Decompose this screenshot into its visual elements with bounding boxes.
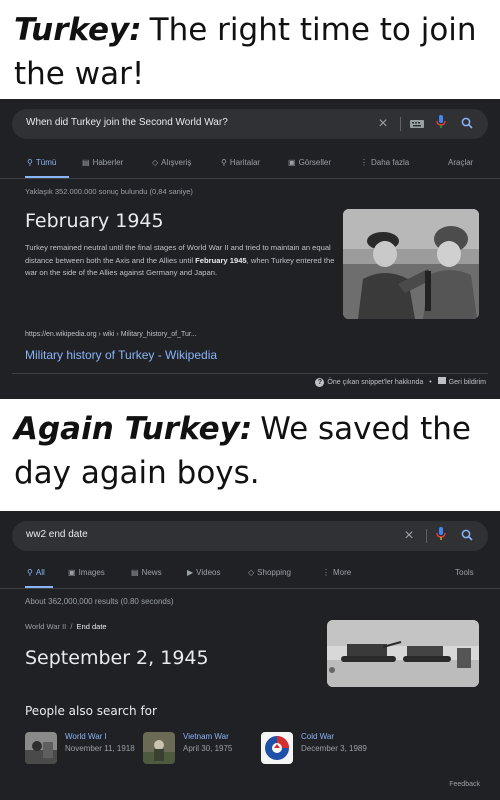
- search-input[interactable]: ww2 end date: [26, 529, 88, 540]
- caption-speaker: Again Turkey:: [14, 411, 253, 447]
- source-url: https://en.wikipedia.org › wiki › Milita…: [25, 331, 197, 338]
- meme-caption-top: Turkey: The right time to join the war!: [14, 8, 494, 96]
- breadcrumb: World War II / End date: [25, 622, 107, 631]
- search-bar[interactable]: When did Turkey join the Second World Wa…: [12, 109, 488, 139]
- related-thumbnail: [25, 732, 57, 764]
- featured-snippet-text: Turkey remained neutral until the final …: [25, 243, 335, 277]
- tools-button[interactable]: Araçlar: [448, 158, 473, 167]
- result-stats: About 362,000,000 results (0.80 seconds): [25, 597, 174, 606]
- search-bar-divider: [400, 117, 401, 131]
- tag-icon: ◇: [152, 158, 159, 167]
- tab-shopping[interactable]: ◇ Alışveriş: [152, 158, 191, 167]
- tab-news[interactable]: ▤ News: [131, 568, 162, 577]
- footer-separator: •: [429, 379, 432, 386]
- related-search-item[interactable]: Cold War December 3, 1989: [261, 732, 376, 772]
- search-results-panel-turkey: When did Turkey join the Second World Wa…: [0, 99, 500, 399]
- breadcrumb-parent[interactable]: World War II: [25, 622, 66, 631]
- related-title[interactable]: Cold War: [301, 732, 334, 741]
- breadcrumb-current: End date: [76, 622, 107, 631]
- search-icon[interactable]: [458, 115, 476, 133]
- tab-all[interactable]: ⚲ Tümü: [27, 158, 56, 167]
- tab-all[interactable]: ⚲ All: [27, 568, 45, 577]
- tab-shopping[interactable]: ◇ Shopping: [248, 568, 291, 577]
- search-tabs: ⚲ All ▣ Images ▤ News ▶ Videos ◇ Shopping ⋮ Mo…: [0, 568, 500, 588]
- microphone-icon[interactable]: [432, 527, 450, 545]
- result-stats: Yaklaşık 352.000.000 sonuç bulundu (0,84…: [25, 187, 193, 196]
- tab-maps[interactable]: ⚲ Haritalar: [221, 158, 260, 167]
- tabs-divider: [0, 588, 500, 589]
- search-bar-divider: [426, 529, 427, 543]
- about-snippets-link[interactable]: Öne çıkan snippet'ler hakkında: [327, 379, 423, 386]
- feedback-link[interactable]: Feedback: [449, 781, 480, 788]
- snippet-footer: ? Öne çıkan snippet'ler hakkında • Geri b…: [315, 377, 486, 387]
- featured-snippet-photo[interactable]: [343, 209, 479, 319]
- featured-answer-photo[interactable]: [327, 620, 479, 687]
- related-date: April 30, 1975: [183, 744, 233, 753]
- caption-speaker: Turkey:: [14, 12, 142, 48]
- related-search-item[interactable]: Vietnam War April 30, 1975: [143, 732, 258, 772]
- search-icon: ⚲: [27, 158, 33, 167]
- related-title[interactable]: World War I: [65, 732, 107, 741]
- tab-more[interactable]: ⋮ More: [322, 568, 351, 577]
- related-title[interactable]: Vietnam War: [183, 732, 229, 741]
- people-also-search-heading: People also search for: [25, 704, 157, 718]
- feedback-icon: [437, 377, 446, 384]
- related-date: November 11, 1918: [65, 744, 135, 753]
- image-icon: ▣: [68, 568, 76, 577]
- related-date: December 3, 1989: [301, 744, 367, 753]
- tools-button[interactable]: Tools: [455, 568, 474, 577]
- tag-icon: ◇: [248, 568, 255, 577]
- search-tabs: ⚲ Tümü ▤ Haberler ◇ Alışveriş ⚲ Haritalar ▣ G…: [0, 158, 500, 178]
- meme-caption-bottom: Again Turkey: We saved the day again boys…: [14, 407, 494, 495]
- tab-images[interactable]: ▣ Images: [68, 568, 105, 577]
- clear-icon[interactable]: ×: [374, 115, 392, 133]
- related-search-item[interactable]: World War I November 11, 1918: [25, 732, 140, 772]
- tab-news[interactable]: ▤ Haberler: [82, 158, 123, 167]
- keyboard-icon[interactable]: [408, 115, 426, 133]
- tab-images[interactable]: ▣ Görseller: [288, 158, 331, 167]
- feedback-link[interactable]: Geri bildirim: [449, 379, 486, 386]
- more-vert-icon: ⋮: [360, 158, 368, 167]
- featured-answer: September 2, 1945: [25, 647, 209, 669]
- news-icon: ▤: [82, 158, 90, 167]
- featured-answer: February 1945: [25, 210, 164, 232]
- news-icon: ▤: [131, 568, 139, 577]
- related-thumbnail: [143, 732, 175, 764]
- source-title-link[interactable]: Military history of Turkey - Wikipedia: [25, 348, 217, 362]
- clear-icon[interactable]: ×: [400, 527, 418, 545]
- breadcrumb-separator: /: [70, 622, 73, 631]
- help-icon: ?: [315, 378, 325, 387]
- video-icon: ▶: [187, 568, 194, 577]
- microphone-icon[interactable]: [432, 115, 450, 133]
- map-pin-icon: ⚲: [221, 158, 227, 167]
- image-icon: ▣: [288, 158, 296, 167]
- related-thumbnail: [261, 732, 293, 764]
- search-input[interactable]: When did Turkey join the Second World Wa…: [26, 117, 228, 128]
- tab-videos[interactable]: ▶ Videos: [187, 568, 220, 577]
- tab-more[interactable]: ⋮ Daha fazla: [360, 158, 409, 167]
- search-bar[interactable]: ww2 end date ×: [12, 521, 488, 551]
- search-icon: ⚲: [27, 568, 33, 577]
- tabs-divider: [0, 178, 500, 179]
- more-vert-icon: ⋮: [322, 568, 330, 577]
- snippet-footer-divider: [12, 373, 488, 374]
- search-results-panel-ww2: ww2 end date × ⚲ All ▣ Images ▤ News ▶ Video…: [0, 511, 500, 800]
- search-icon[interactable]: [458, 527, 476, 545]
